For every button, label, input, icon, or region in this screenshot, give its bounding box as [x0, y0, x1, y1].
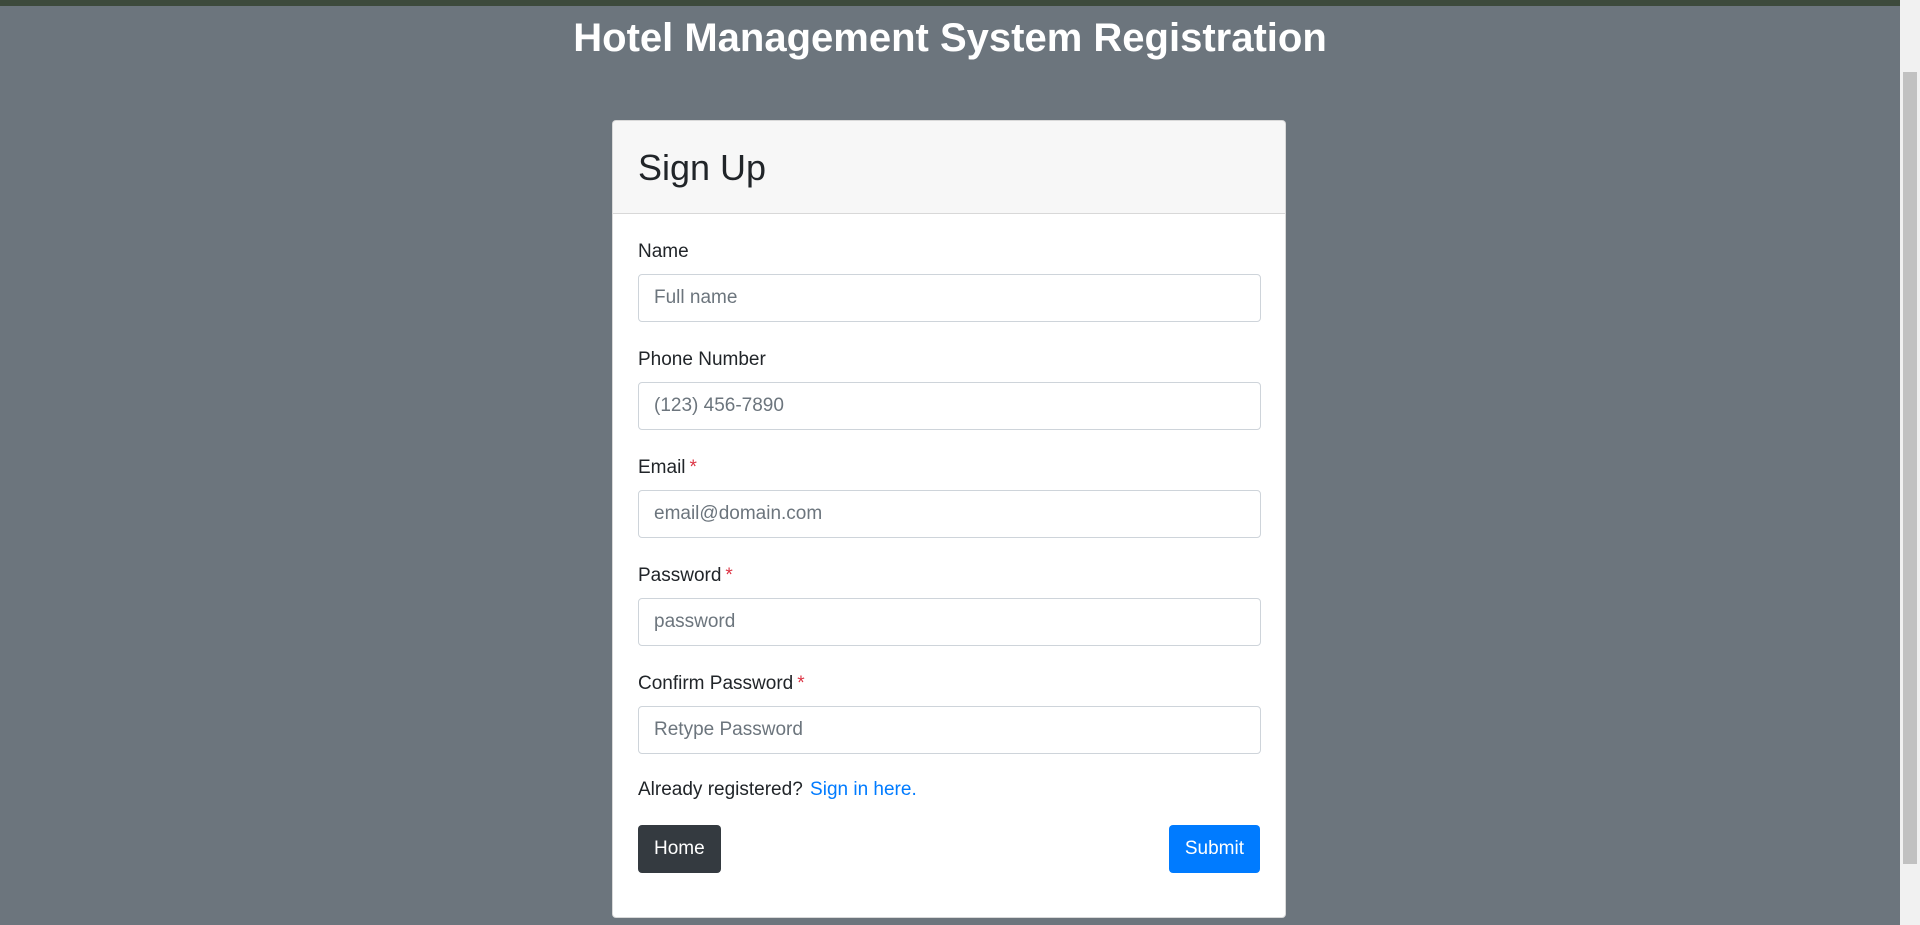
name-label-text: Name — [638, 241, 689, 262]
signin-prompt-text: Already registered? — [638, 779, 803, 800]
button-row: Home Submit — [638, 825, 1260, 873]
password-label-text: Password — [638, 565, 722, 586]
email-input[interactable] — [638, 490, 1261, 538]
submit-button[interactable]: Submit — [1168, 825, 1260, 873]
email-group: Email * — [638, 456, 1261, 564]
signin-link[interactable]: Sign in here. — [810, 779, 917, 800]
phone-input[interactable] — [638, 382, 1261, 430]
confirm-password-label-text: Confirm Password — [638, 673, 794, 694]
card-title: Sign Up — [638, 147, 767, 188]
email-label: Email * — [638, 456, 1260, 480]
required-marker: * — [689, 457, 697, 478]
top-border-strip — [0, 0, 1920, 6]
email-label-text: Email — [638, 457, 686, 478]
confirm-password-group: Confirm Password * — [638, 672, 1261, 780]
name-input[interactable] — [638, 274, 1261, 322]
page-title: Hotel Management System Registration — [573, 16, 1327, 60]
required-marker: * — [725, 565, 733, 586]
confirm-password-input[interactable] — [638, 706, 1261, 754]
vertical-scrollbar[interactable] — [1900, 0, 1920, 925]
required-marker: * — [797, 673, 805, 694]
name-group: Name — [638, 240, 1261, 348]
scrollbar-thumb[interactable] — [1903, 72, 1917, 864]
password-group: Password * — [638, 564, 1261, 672]
card-header: Sign Up — [613, 121, 1285, 214]
phone-group: Phone Number — [638, 348, 1261, 456]
signup-form: Name Phone Number Email* Password* Confi… — [613, 214, 1285, 873]
confirm-password-label: Confirm Password * — [638, 672, 1260, 696]
password-label: Password * — [638, 564, 1260, 588]
home-button[interactable]: Home — [638, 825, 721, 873]
signup-card: Sign Up Name Phone Number Email* Passwor… — [612, 120, 1286, 918]
phone-label: Phone Number — [638, 348, 1260, 372]
phone-label-text: Phone Number — [638, 349, 766, 370]
name-label: Name — [638, 240, 1260, 264]
password-input[interactable] — [638, 598, 1261, 646]
signin-prompt: Already registered? Sign in here. — [638, 778, 1260, 802]
